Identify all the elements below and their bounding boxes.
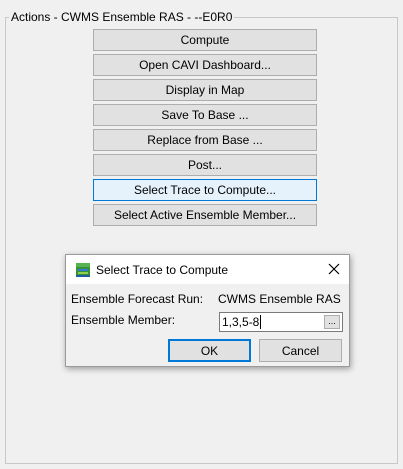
close-button[interactable]	[319, 255, 349, 284]
compute-button[interactable]: Compute	[93, 29, 317, 51]
cancel-button[interactable]: Cancel	[259, 339, 342, 362]
browse-button[interactable]: ...	[324, 315, 340, 329]
post-button[interactable]: Post...	[93, 154, 317, 176]
display-in-map-button[interactable]: Display in Map	[93, 79, 317, 101]
save-to-base-button[interactable]: Save To Base ...	[93, 104, 317, 126]
dialog-titlebar[interactable]: Select Trace to Compute	[66, 255, 349, 284]
open-cavi-dashboard-button[interactable]: Open CAVI Dashboard...	[93, 54, 317, 76]
ensemble-member-value[interactable]: 1,3,5-8	[222, 315, 262, 329]
app-icon	[76, 263, 90, 277]
actions-group-title: Actions - CWMS Ensemble RAS - --E0R0	[9, 10, 235, 24]
member-label: Ensemble Member:	[71, 313, 176, 327]
select-active-ensemble-member-button[interactable]: Select Active Ensemble Member...	[93, 204, 317, 226]
select-trace-to-compute-button[interactable]: Select Trace to Compute...	[93, 179, 317, 201]
ensemble-member-input[interactable]: 1,3,5-8 ...	[219, 312, 343, 332]
close-icon	[328, 263, 340, 275]
ok-button[interactable]: OK	[168, 339, 251, 362]
forecast-run-value: CWMS Ensemble RAS	[218, 292, 341, 306]
replace-from-base-button[interactable]: Replace from Base ...	[93, 129, 317, 151]
dialog-title: Select Trace to Compute	[96, 263, 229, 277]
forecast-run-label: Ensemble Forecast Run:	[71, 292, 204, 306]
select-trace-dialog: Select Trace to Compute Ensemble Forecas…	[65, 254, 350, 367]
